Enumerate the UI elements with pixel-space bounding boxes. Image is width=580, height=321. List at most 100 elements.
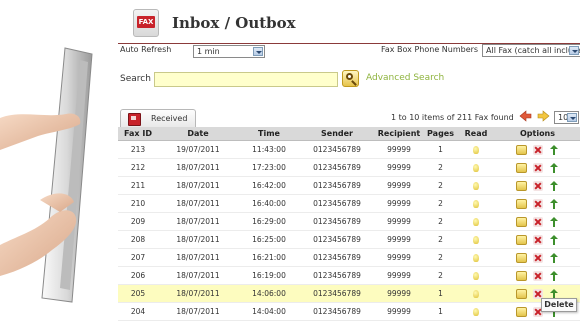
cell-date: 18/07/2011 xyxy=(158,248,238,267)
delete-icon[interactable] xyxy=(533,270,543,281)
tab-received-label: Received xyxy=(151,114,188,123)
forward-envelope-icon[interactable] xyxy=(516,216,527,227)
cell-pages: 2 xyxy=(424,248,457,267)
delete-icon[interactable] xyxy=(533,162,543,173)
cell-read xyxy=(457,158,495,177)
search-button[interactable] xyxy=(342,70,359,87)
cell-sender: 0123456789 xyxy=(300,158,374,177)
lightbulb-icon[interactable] xyxy=(473,182,479,190)
column-header[interactable]: Pages xyxy=(424,127,457,141)
forward-envelope-icon[interactable] xyxy=(516,198,527,209)
column-header[interactable]: Fax ID xyxy=(118,127,158,141)
search-input[interactable] xyxy=(154,72,338,87)
forward-envelope-icon[interactable] xyxy=(516,234,527,245)
forward-envelope-icon[interactable] xyxy=(516,162,527,173)
cell-pages: 2 xyxy=(424,266,457,285)
cell-date: 18/07/2011 xyxy=(158,194,238,213)
cell-time: 14:06:00 xyxy=(238,284,300,303)
table-row[interactable]: 208 18/07/2011 16:25:00 0123456789 99999 2 xyxy=(118,230,580,249)
lightbulb-icon[interactable] xyxy=(473,200,479,208)
cell-sender: 0123456789 xyxy=(300,230,374,249)
cell-date: 19/07/2011 xyxy=(158,140,238,159)
forward-envelope-icon[interactable] xyxy=(516,180,527,191)
lightbulb-icon[interactable] xyxy=(473,164,479,172)
lightbulb-icon[interactable] xyxy=(473,308,479,316)
cell-sender: 0123456789 xyxy=(300,212,374,231)
lightbulb-icon[interactable] xyxy=(473,236,479,244)
tab-received[interactable]: Received xyxy=(120,109,196,128)
cell-pages: 2 xyxy=(424,176,457,195)
fax-box-label: Fax Box Phone Numbers xyxy=(381,45,479,54)
cell-options xyxy=(495,266,580,285)
download-arrow-icon[interactable] xyxy=(549,198,559,209)
advanced-search-link[interactable]: Advanced Search xyxy=(366,73,444,83)
lightbulb-icon[interactable] xyxy=(473,218,479,226)
cell-sender: 0123456789 xyxy=(300,176,374,195)
delete-icon[interactable] xyxy=(533,252,543,263)
table-row[interactable]: 211 18/07/2011 16:42:00 0123456789 99999 2 xyxy=(118,176,580,195)
next-page-button[interactable] xyxy=(537,110,550,122)
cell-read xyxy=(457,176,495,195)
column-header[interactable]: Date xyxy=(158,127,238,141)
lightbulb-icon[interactable] xyxy=(473,272,479,280)
table-row[interactable]: 213 19/07/2011 11:43:00 0123456789 99999 1 xyxy=(118,140,580,159)
delete-icon[interactable] xyxy=(533,144,543,155)
delete-icon[interactable] xyxy=(533,288,543,299)
cell-sender: 0123456789 xyxy=(300,140,374,159)
cell-read xyxy=(457,248,495,267)
page-size-select[interactable]: 10 xyxy=(554,111,579,124)
cell-id: 213 xyxy=(118,140,158,159)
table-row[interactable]: 206 18/07/2011 16:19:00 0123456789 99999 2 xyxy=(118,266,580,285)
cell-time: 17:23:00 xyxy=(238,158,300,177)
delete-tooltip: Delete xyxy=(541,298,577,312)
prev-page-button[interactable] xyxy=(519,110,532,122)
cell-recipient: 99999 xyxy=(374,176,424,195)
delete-icon[interactable] xyxy=(533,180,543,191)
cell-pages: 2 xyxy=(424,194,457,213)
lightbulb-icon[interactable] xyxy=(473,290,479,298)
fax-box-select[interactable]: All Fax (catch all included) xyxy=(482,44,580,57)
column-header[interactable]: Sender xyxy=(300,127,374,141)
cell-time: 16:42:00 xyxy=(238,176,300,195)
forward-envelope-icon[interactable] xyxy=(516,288,527,299)
cell-date: 18/07/2011 xyxy=(158,284,238,303)
download-arrow-icon[interactable] xyxy=(549,270,559,281)
table-row[interactable]: 209 18/07/2011 16:29:00 0123456789 99999 2 xyxy=(118,212,580,231)
lightbulb-icon[interactable] xyxy=(473,146,479,154)
fax-icon xyxy=(128,113,141,126)
column-header[interactable]: Read xyxy=(457,127,495,141)
cell-pages: 2 xyxy=(424,158,457,177)
delete-icon[interactable] xyxy=(533,198,543,209)
download-arrow-icon[interactable] xyxy=(549,162,559,173)
download-arrow-icon[interactable] xyxy=(549,144,559,155)
pager-info: 1 to 10 items of 211 Fax found xyxy=(391,113,514,122)
forward-envelope-icon[interactable] xyxy=(516,144,527,155)
fax-app-icon: FAX xyxy=(133,9,159,37)
cell-time: 11:43:00 xyxy=(238,140,300,159)
download-arrow-icon[interactable] xyxy=(549,288,559,299)
delete-icon[interactable] xyxy=(533,216,543,227)
cell-read xyxy=(457,266,495,285)
column-header[interactable]: Time xyxy=(238,127,300,141)
table-row[interactable]: 207 18/07/2011 16:21:00 0123456789 99999 2 xyxy=(118,248,580,267)
download-arrow-icon[interactable] xyxy=(549,252,559,263)
column-header[interactable]: Recipient xyxy=(374,127,424,141)
auto-refresh-select[interactable]: 1 min xyxy=(193,45,265,58)
cell-options xyxy=(495,212,580,231)
lightbulb-icon[interactable] xyxy=(473,254,479,262)
table-row[interactable]: 205 18/07/2011 14:06:00 0123456789 99999 1 xyxy=(118,284,580,303)
download-arrow-icon[interactable] xyxy=(549,234,559,245)
cell-time: 16:40:00 xyxy=(238,194,300,213)
delete-icon[interactable] xyxy=(533,234,543,245)
table-header: Fax ID Date Time Sender Recipient Pages … xyxy=(118,127,580,141)
cell-recipient: 99999 xyxy=(374,266,424,285)
cell-date: 18/07/2011 xyxy=(158,158,238,177)
table-row[interactable]: 212 18/07/2011 17:23:00 0123456789 99999 2 xyxy=(118,158,580,177)
download-arrow-icon[interactable] xyxy=(549,216,559,227)
download-arrow-icon[interactable] xyxy=(549,180,559,191)
cell-read xyxy=(457,230,495,249)
forward-envelope-icon[interactable] xyxy=(516,252,527,263)
forward-envelope-icon[interactable] xyxy=(516,270,527,281)
chevron-down-icon xyxy=(253,47,263,56)
table-row[interactable]: 210 18/07/2011 16:40:00 0123456789 99999 2 xyxy=(118,194,580,213)
